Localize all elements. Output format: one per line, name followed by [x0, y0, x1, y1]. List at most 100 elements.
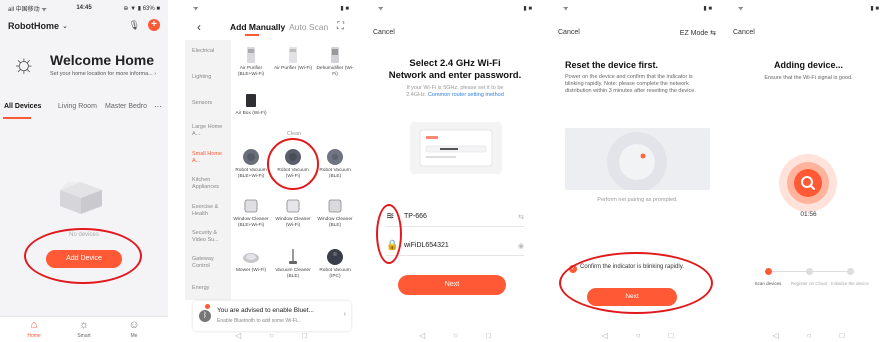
- nav-back-icon[interactable]: ◁: [235, 330, 241, 342]
- add-device-button[interactable]: Add Device: [46, 250, 122, 268]
- device-illustration: [565, 128, 710, 190]
- location-hint[interactable]: Set your home location for more informa.…: [50, 71, 156, 77]
- product-tile[interactable]: Air Purifier (Wi-Fi): [273, 46, 313, 72]
- checkbox-checked-icon[interactable]: ✓: [569, 265, 577, 273]
- cancel-button[interactable]: Cancel: [373, 29, 395, 36]
- product-tile[interactable]: Window Cleaner (BLE): [315, 197, 355, 229]
- tab-living-room[interactable]: Living Room: [58, 103, 97, 110]
- status-icons: ▮ ■: [340, 5, 349, 12]
- home-name[interactable]: RobotHome: [8, 21, 59, 31]
- nav-home-icon[interactable]: ○: [269, 330, 274, 342]
- reset-title: Reset the device first.: [565, 60, 659, 70]
- microphone-icon[interactable]: 🎙: [129, 20, 140, 31]
- category-lighting[interactable]: Lighting: [192, 74, 230, 81]
- product-tile[interactable]: Robot Vacuum (Wi-Fi): [273, 148, 313, 180]
- chevron-down-icon[interactable]: ⌄: [62, 22, 68, 30]
- chevron-right-icon: ›: [154, 71, 157, 77]
- category-energy[interactable]: Energy: [192, 285, 230, 292]
- bluetooth-icon: ᛒ: [199, 310, 211, 322]
- nav-home-icon[interactable]: ○: [636, 330, 641, 342]
- wifi-hint-line1: If your Wi-Fi is 5GHz, please set it to …: [406, 85, 504, 91]
- category-small-home[interactable]: Small Home A...: [192, 151, 230, 165]
- profile-icon: ☺: [128, 319, 140, 331]
- air-purifier-icon: [247, 47, 255, 63]
- step-dot: [764, 268, 772, 275]
- chevron-right-icon[interactable]: ›: [344, 311, 346, 318]
- window-cleaner-icon: [286, 199, 300, 213]
- wifi-name-row[interactable]: ≋ TP-666 ⇆: [386, 207, 524, 227]
- password-row[interactable]: 🔒 wiFiDL654321 ◉: [386, 236, 524, 256]
- router-setting-link[interactable]: Common router setting method: [428, 92, 504, 98]
- eye-icon[interactable]: ◉: [518, 242, 524, 250]
- nav-home-icon[interactable]: ○: [453, 330, 458, 342]
- search-progress-icon: [779, 154, 837, 212]
- nav-recent-icon[interactable]: □: [669, 330, 674, 342]
- nav-recent-icon[interactable]: □: [302, 330, 307, 342]
- add-icon[interactable]: +: [148, 19, 160, 31]
- nav-back-icon[interactable]: ◁: [773, 330, 779, 342]
- wifi-title-line2: Network and enter password.: [388, 70, 522, 81]
- reset-device-screen: ᯤ ▮ ■ Cancel EZ Mode ⇆ Reset the device …: [555, 0, 720, 342]
- product-tile[interactable]: Robot Vacuum (BLE+Wi-Fi): [231, 148, 271, 180]
- category-security[interactable]: Security & Video Su...: [192, 230, 230, 244]
- category-sensors[interactable]: Sensors: [192, 100, 230, 107]
- category-electrical[interactable]: Electrical: [192, 48, 230, 55]
- product-tile[interactable]: Window Cleaner (BLE+Wi-Fi): [231, 197, 271, 229]
- tab-home[interactable]: ⌂ Home: [14, 319, 54, 339]
- step-label: Register on Cloud: [790, 281, 828, 286]
- category-large-home[interactable]: Large Home A...: [192, 124, 230, 138]
- robot-vacuum-icon: [285, 149, 301, 165]
- product-name: Robot Vacuum (BLE): [319, 168, 351, 179]
- tab-auto-scan[interactable]: Auto Scan: [289, 22, 328, 32]
- tab-home-label: Home: [27, 333, 41, 339]
- wifi-name-input[interactable]: TP-666: [404, 213, 427, 220]
- product-tile[interactable]: Air Box (Wi-Fi): [231, 91, 271, 117]
- category-exercise[interactable]: Exercise & Health: [192, 204, 230, 218]
- product-name: Window Cleaner (BLE): [317, 217, 353, 228]
- tab-smart[interactable]: ☼ Smart: [64, 319, 104, 339]
- cancel-button[interactable]: Cancel: [733, 29, 755, 36]
- product-name: Air Purifier (BLE+Wi-Fi): [237, 66, 265, 77]
- product-tile[interactable]: Vacuum Cleaner (BLE): [273, 248, 313, 280]
- nav-recent-icon[interactable]: □: [840, 330, 845, 342]
- bluetooth-banner[interactable]: ᛒ You are advised to enable Bluet... Ena…: [193, 301, 351, 331]
- product-name: Robot Vacuum (BLE+Wi-Fi): [235, 168, 267, 179]
- product-tile[interactable]: Robot Vacuum (BLE): [315, 148, 355, 180]
- ez-mode-switch[interactable]: EZ Mode ⇆: [680, 29, 716, 37]
- tab-master-bedroom[interactable]: Master Bedro: [105, 103, 147, 110]
- more-icon[interactable]: ···: [154, 102, 162, 111]
- switch-network-icon[interactable]: ⇆: [518, 213, 524, 221]
- next-button[interactable]: Next: [587, 288, 677, 306]
- category-gateway[interactable]: Gateway Control: [192, 256, 230, 270]
- robot-vacuum-icon: [327, 149, 343, 165]
- step-label: Initialize the device: [830, 281, 870, 286]
- system-nav-bar: ◁ ○ □: [730, 330, 887, 342]
- wifi-title: Select 2.4 GHz Wi-Fi Network and enter p…: [370, 58, 540, 82]
- password-input[interactable]: wiFiDL654321: [404, 242, 449, 249]
- empty-box-icon: [60, 182, 102, 214]
- tab-me[interactable]: ☺ Me: [114, 319, 154, 339]
- product-tile[interactable]: Window Cleaner (Wi-Fi): [273, 197, 313, 229]
- nav-back-icon[interactable]: ◁: [419, 330, 425, 342]
- product-tile[interactable]: Robot Vacuum (IPC): [315, 248, 355, 280]
- back-icon[interactable]: ‹: [197, 20, 201, 34]
- tab-all-devices[interactable]: All Devices: [4, 103, 41, 110]
- category-kitchen[interactable]: Kitchen Appliances: [192, 177, 230, 191]
- countdown-timer: 01:56: [800, 211, 817, 218]
- wifi-title-line1: Select 2.4 GHz Wi-Fi: [409, 58, 501, 69]
- product-tile[interactable]: Dehumidifier (Wi-Fi): [315, 46, 355, 78]
- tab-underline: [245, 34, 259, 36]
- product-tile[interactable]: Air Purifier (BLE+Wi-Fi): [231, 46, 271, 78]
- next-button[interactable]: Next: [398, 275, 506, 295]
- product-tile[interactable]: Mower (Wi-Fi): [231, 248, 271, 274]
- status-icons: ▮ ■: [703, 5, 712, 12]
- scan-icon[interactable]: ⛶: [337, 21, 344, 32]
- add-device-screen: ᯤ ▮ ■ ‹ Add Manually Auto Scan ⛶ Electri…: [185, 0, 357, 342]
- confirm-label[interactable]: Confirm the indicator is blinking rapidl…: [580, 264, 710, 271]
- nav-recent-icon[interactable]: □: [486, 330, 491, 342]
- cancel-button[interactable]: Cancel: [558, 29, 580, 36]
- nav-back-icon[interactable]: ◁: [602, 330, 608, 342]
- step-dot: [846, 268, 854, 275]
- nav-home-icon[interactable]: ○: [807, 330, 812, 342]
- tab-add-manually[interactable]: Add Manually: [230, 22, 285, 32]
